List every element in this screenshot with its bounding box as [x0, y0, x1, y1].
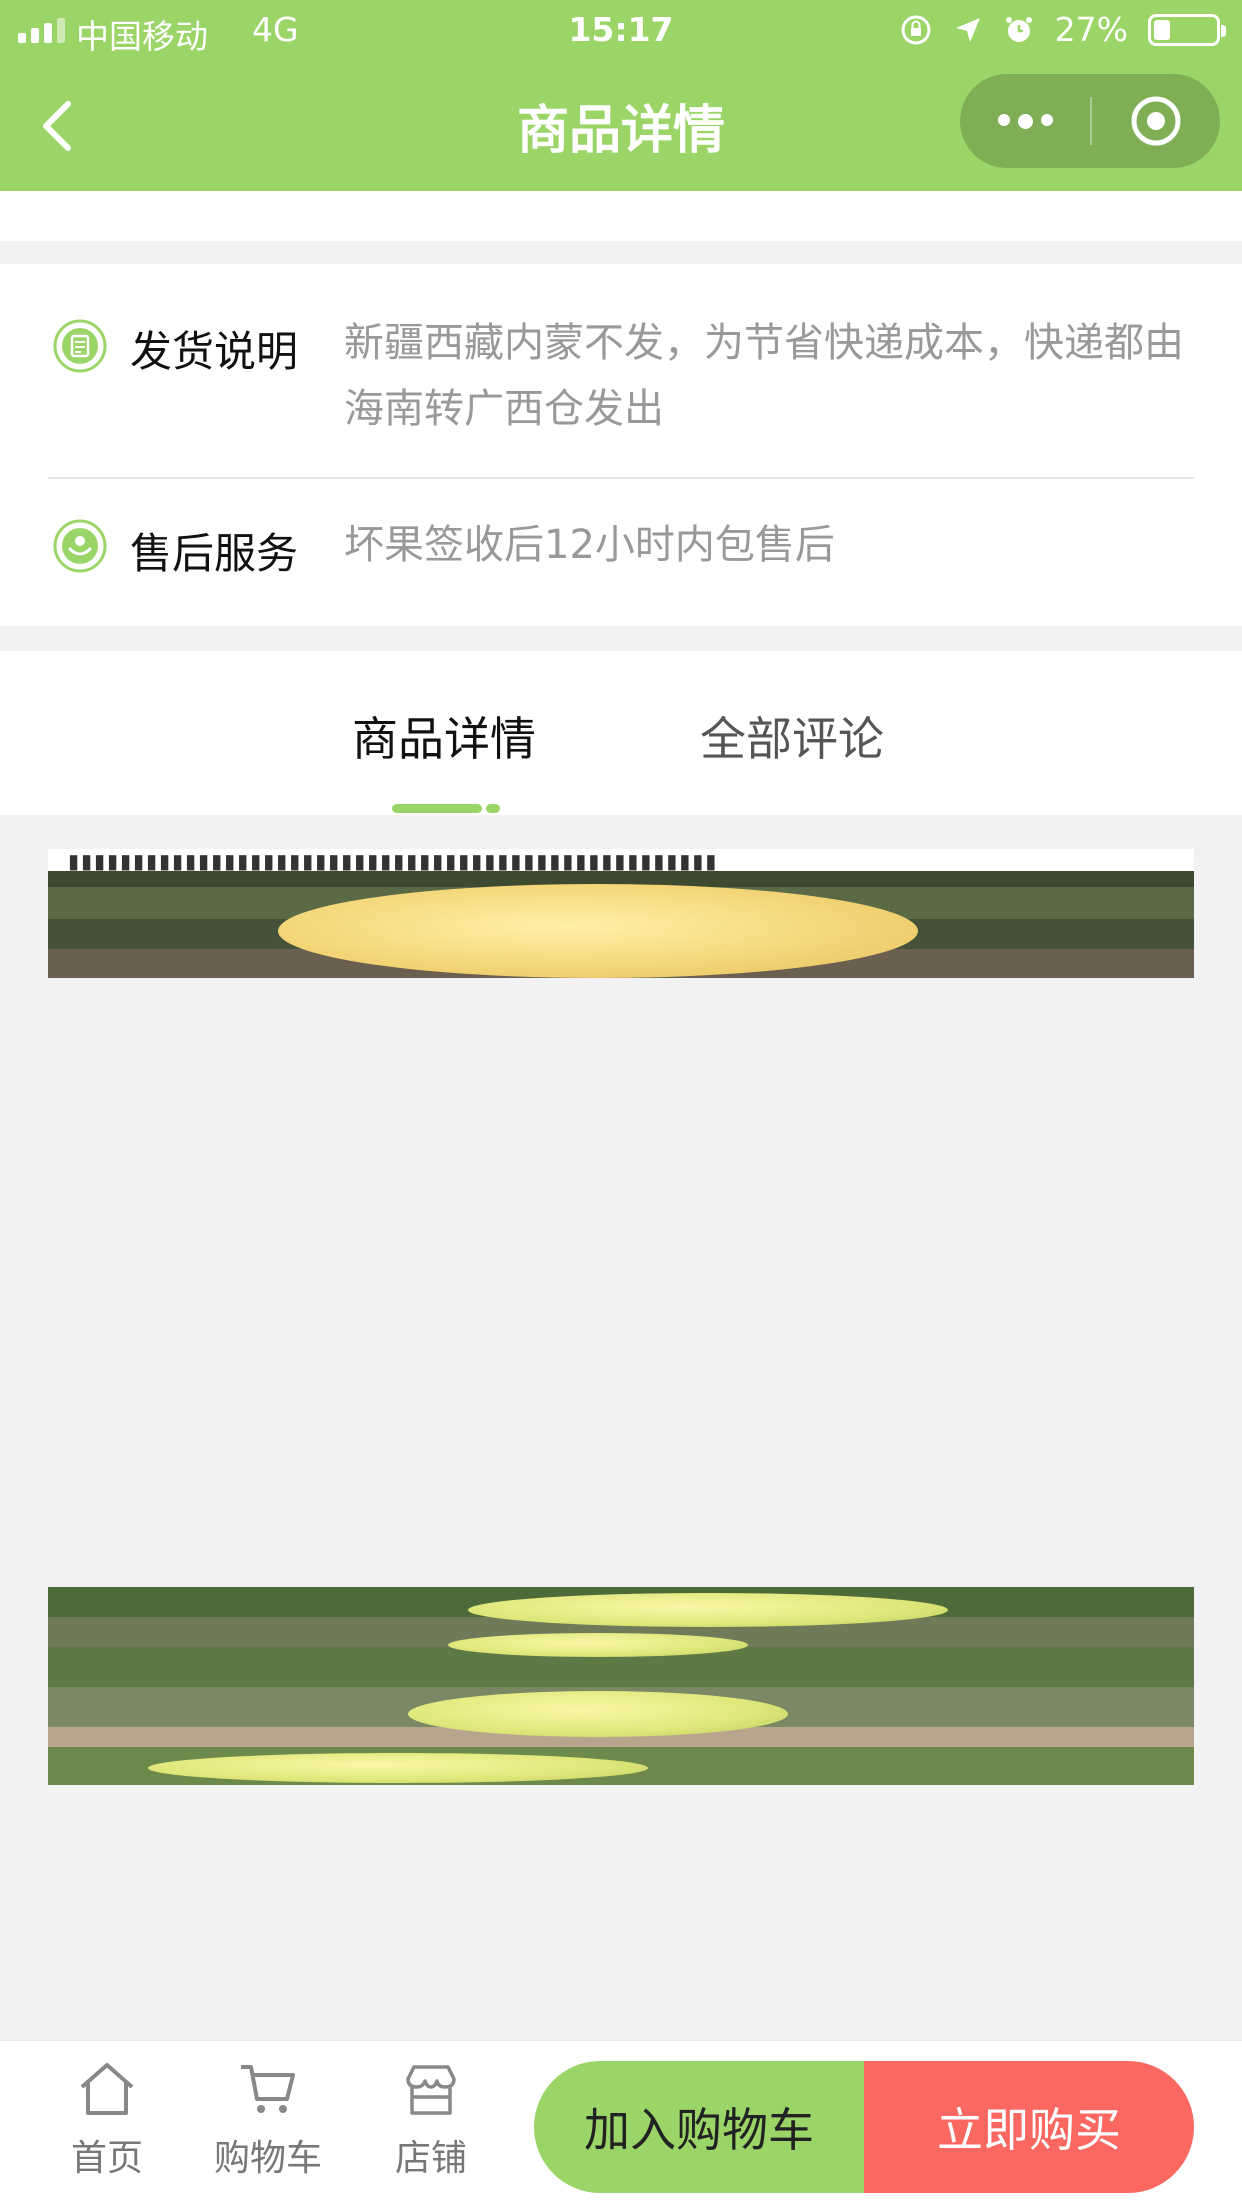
divider — [48, 477, 1194, 479]
alarm-icon — [1005, 16, 1032, 42]
more-icon[interactable] — [960, 113, 1090, 129]
home-button[interactable]: 首页 — [42, 2059, 172, 2181]
aftersale-text: 坏果签收后12小时内包售后 — [344, 522, 835, 568]
buy-now-button[interactable]: 立即购买 — [864, 2061, 1194, 2193]
shipping-label: 发货说明 — [130, 327, 299, 376]
shop-icon — [406, 2065, 456, 2115]
bottom-action-bar: 首页 购物车 店铺 加入购物车 立即购买 — [0, 2040, 1242, 2208]
aftersale-info-row: 售后服务 坏果签收后12小时内包售后 — [48, 504, 1194, 584]
mango-shape — [468, 1593, 948, 1627]
cart-button[interactable]: 购物车 — [203, 2059, 333, 2181]
battery-percent: 27% — [1054, 10, 1128, 49]
info-card: 发货说明 新疆西藏内蒙不发，为节省快递成本，快递都由海南转广西仓发出 售后服务 … — [0, 264, 1242, 626]
aftersale-label: 售后服务 — [130, 529, 299, 578]
mango-shape — [148, 1753, 648, 1783]
active-tab-indicator — [392, 804, 482, 813]
mango-shape — [408, 1691, 788, 1737]
detail-tabs: 商品详情 全部评论 — [0, 651, 1242, 815]
cart-label: 购物车 — [213, 2138, 322, 2179]
shipping-info-row: 发货说明 新疆西藏内蒙不发，为节省快递成本，快递都由海南转广西仓发出 — [48, 304, 1194, 444]
top-bar: 中国移动 4G 15:17 27% 商品详情 — [0, 0, 1242, 191]
close-mini-program-icon[interactable] — [1092, 94, 1220, 148]
home-label: 首页 — [70, 2138, 143, 2179]
product-image-mango-2 — [48, 1587, 1194, 1785]
shipping-document-icon — [53, 319, 107, 373]
tab-reviews[interactable]: 全部评论 — [700, 703, 884, 769]
status-bar: 中国移动 4G 15:17 27% — [0, 0, 1242, 62]
shop-button[interactable]: 店铺 — [366, 2059, 496, 2181]
shop-label: 店铺 — [394, 2138, 467, 2179]
top-white-strip — [0, 191, 1242, 241]
cart-icon — [241, 2065, 295, 2113]
tab-details[interactable]: 商品详情 — [352, 703, 536, 769]
battery-icon — [1148, 13, 1226, 46]
mango-shape — [278, 884, 918, 978]
add-to-cart-button[interactable]: 加入购物车 — [534, 2061, 864, 2193]
active-tab-indicator-dot — [486, 804, 500, 813]
aftersale-service-icon — [53, 519, 107, 573]
mango-shape — [448, 1633, 748, 1657]
product-image-mango-1: ▮▮▮▮▮▮▮▮▮▮▮▮▮▮▮▮▮▮▮▮▮▮▮▮▮▮▮▮▮▮▮▮▮▮▮▮▮▮▮▮… — [48, 849, 1194, 978]
rotation-lock-icon — [901, 15, 931, 44]
home-icon — [80, 2063, 134, 2115]
nav-bar: 商品详情 — [0, 62, 1242, 191]
shipping-text: 新疆西藏内蒙不发，为节省快递成本，快递都由海南转广西仓发出 — [344, 320, 1184, 432]
location-icon — [955, 17, 980, 42]
image-banner-strip: ▮▮▮▮▮▮▮▮▮▮▮▮▮▮▮▮▮▮▮▮▮▮▮▮▮▮▮▮▮▮▮▮▮▮▮▮▮▮▮▮… — [68, 849, 719, 871]
mini-program-capsule — [960, 74, 1220, 168]
